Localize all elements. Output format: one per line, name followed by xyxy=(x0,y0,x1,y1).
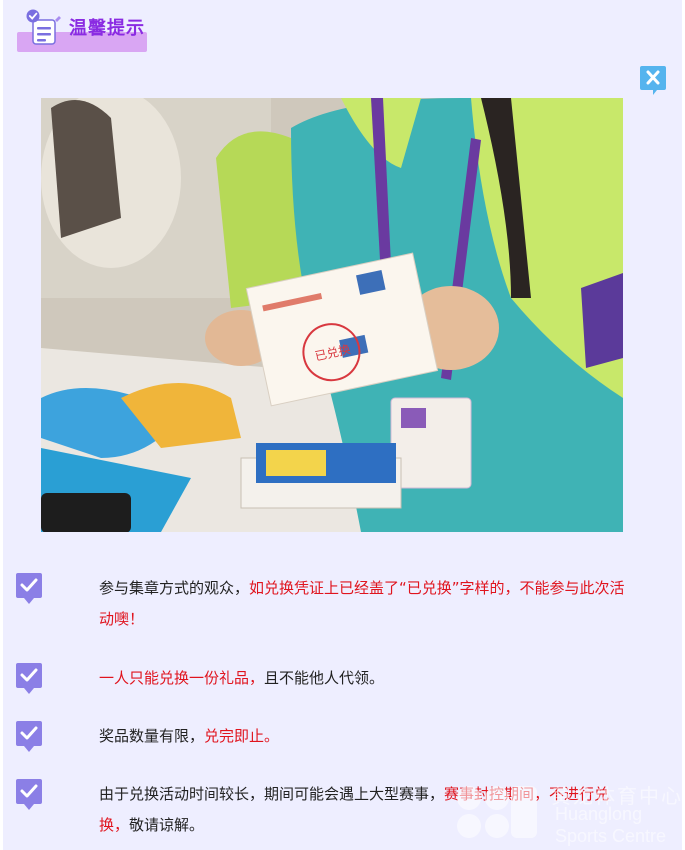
tip-text-1: 参与集章方式的观众，如兑换凭证上已经盖了“已兑换”字样的，不能参与此次活动噢！ xyxy=(99,573,639,635)
close-icon[interactable] xyxy=(639,64,667,96)
section-header: 温馨提示 xyxy=(13,6,148,52)
tip-text-3: 奖品数量有限，兑完即止。 xyxy=(99,721,639,752)
volunteer-photo: 已兑换 xyxy=(41,98,623,532)
tip-2-part-1: 一人只能兑换一份礼品， xyxy=(99,669,265,687)
tip-3-part-1: 奖品数量有限， xyxy=(99,727,205,745)
check-badge-icon xyxy=(15,572,43,606)
clipboard-check-icon xyxy=(21,8,63,48)
tip-text-2: 一人只能兑换一份礼品，且不能他人代领。 xyxy=(99,663,639,694)
tip-4-part-3: 敬请谅解。 xyxy=(129,816,205,834)
tip-2-part-2: 且不能他人代领。 xyxy=(264,669,385,687)
tip-4-part-1: 由于兑换活动时间较长，期间可能会遇上大型赛事， xyxy=(99,785,445,803)
header-title: 温馨提示 xyxy=(69,18,145,39)
page: 温馨提示 已兑换 参与集章方式的观众，如兑换凭证上已经盖了“已兑换”字样的，不能… xyxy=(3,0,682,850)
tip-3-part-2: 兑完即止。 xyxy=(204,727,280,745)
check-badge-icon xyxy=(15,662,43,696)
check-badge-icon xyxy=(15,778,43,812)
tip-text-4: 由于兑换活动时间较长，期间可能会遇上大型赛事，赛事封控期间，不进行兑换，敬请谅解… xyxy=(99,779,639,841)
tip-1-part-1: 参与集章方式的观众， xyxy=(99,579,250,597)
check-badge-icon xyxy=(15,720,43,754)
